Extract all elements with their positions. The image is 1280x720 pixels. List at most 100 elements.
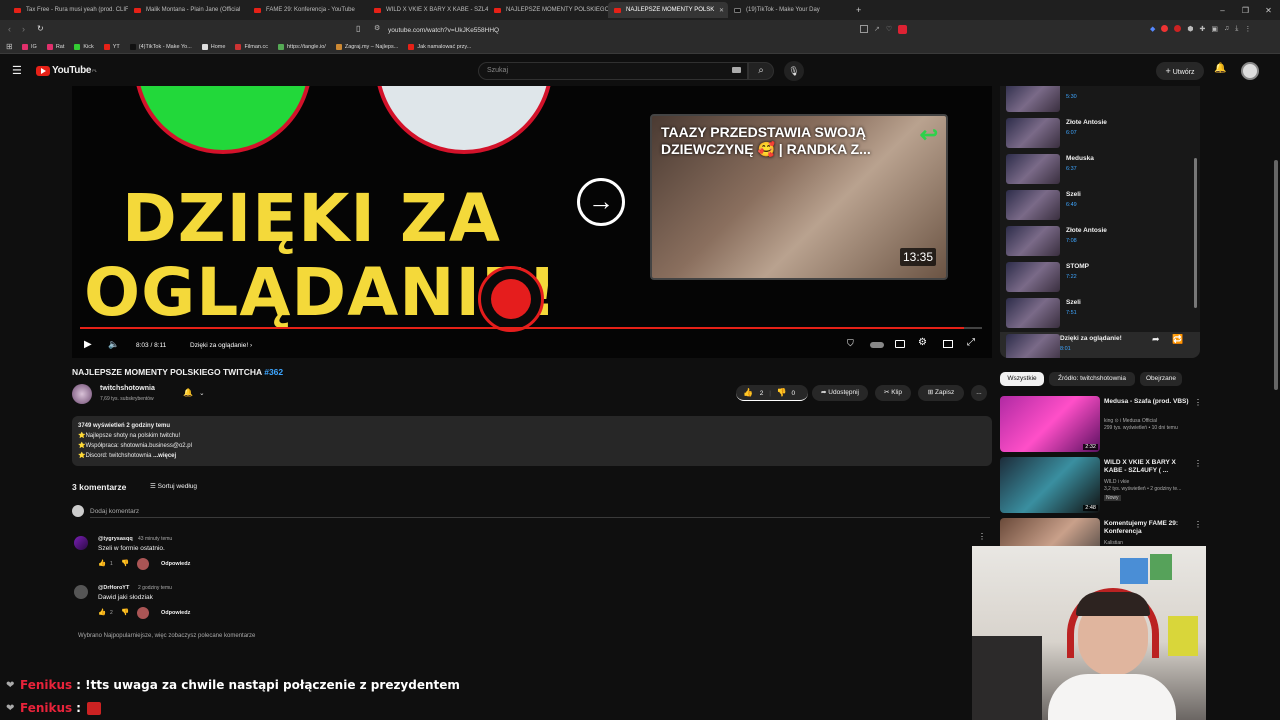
filter-chip[interactable]: Obejrzane (1140, 372, 1182, 386)
browser-tab[interactable]: NAJLEPSZE MOMENTY POLSK ✕ (608, 2, 728, 18)
autoplay-toggle[interactable] (870, 342, 884, 348)
bookmark-item[interactable]: Kick (74, 43, 94, 50)
clip-button[interactable]: ✂ Klip (875, 385, 911, 401)
bookmark-item[interactable]: IG (22, 43, 37, 50)
endscreen-video-card[interactable]: TAAZY PRZEDSTAWIA SWOJĄ DZIEWCZYNĘ 🥰 | R… (650, 114, 948, 280)
close-window-icon[interactable]: ✕ (1257, 6, 1280, 15)
bookmark-item[interactable]: Zagraj.my – Najleps... (335, 43, 398, 50)
record-icon[interactable] (1161, 25, 1169, 32)
save-button[interactable]: ⊞ Zapisz (918, 385, 964, 401)
comment-menu-icon[interactable]: ⋮ (978, 532, 986, 541)
new-tab-button[interactable]: + (856, 5, 861, 15)
settings-gear-icon[interactable]: ⚙ (918, 337, 927, 348)
music-icon[interactable]: ♫ (1224, 25, 1229, 33)
playlist-item[interactable]: STOMP 7:22 (1006, 260, 1196, 294)
recommended-more-icon[interactable]: ⋮ (1194, 398, 1202, 407)
miniplayer-icon[interactable] (943, 340, 953, 348)
snapshot-icon[interactable]: ▣ (1211, 25, 1218, 33)
progress-bar[interactable] (80, 327, 982, 329)
playlist-item[interactable]: Dzięki za oglądanie! 8:01 (1000, 332, 1200, 358)
browser-tab[interactable]: (19)TikTok - Make Your Day (728, 2, 848, 18)
volume-icon[interactable]: 🔈 (108, 339, 119, 350)
site-info-icon[interactable]: ⚙ (374, 24, 380, 32)
back-icon[interactable]: ‹ (8, 24, 11, 34)
chapter-title[interactable]: Dzięki za oglądanie! › (190, 342, 252, 349)
playlist-item[interactable]: Szeli 7:51 (1006, 296, 1196, 330)
comment-author[interactable]: @tygrysasqq (98, 536, 133, 542)
bookmark-item[interactable]: Jak namalować przy... (408, 43, 471, 50)
adblock-icon[interactable] (1174, 25, 1182, 32)
playlist-item[interactable]: Meduska 6:37 (1006, 152, 1196, 186)
recommended-video[interactable]: WILD X VKIE X BARY X KABE - SZL4UFY ( ..… (1000, 457, 1202, 515)
heart-icon[interactable]: ♡ (886, 25, 892, 34)
add-comment-input[interactable]: Dodaj komentarz (90, 508, 990, 518)
playlist-item[interactable]: Złote Antosie 7:08 (1006, 224, 1196, 258)
comment-reply-button[interactable]: Odpowiedz (161, 561, 190, 567)
voice-search-button[interactable]: 🎙 (784, 61, 804, 81)
filter-chip[interactable]: Źródło: twitchshotownia (1049, 372, 1135, 386)
recommended-channel[interactable]: WILD i vkie (1104, 479, 1129, 486)
playlist-scrollbar[interactable] (1194, 158, 1197, 308)
vpn-icon[interactable]: ◆ (1150, 25, 1155, 33)
puzzle-icon[interactable]: ✚ (1200, 25, 1206, 33)
playlist-item[interactable]: Złote Antosie 6:07 (1006, 116, 1196, 150)
show-more-link[interactable]: ...więcej (153, 453, 176, 459)
channel-name[interactable]: twitchshotownia (100, 385, 155, 392)
like-dislike-button[interactable]: 👍 2 | 👎 0 (736, 385, 808, 401)
keyboard-icon[interactable] (732, 67, 741, 73)
video-title-hashtag[interactable]: #362 (264, 367, 283, 377)
playlist-item[interactable]: Szeli 6:49 (1006, 188, 1196, 222)
recommended-more-icon[interactable]: ⋮ (1194, 520, 1200, 529)
bookmark-page-icon[interactable]: ▯ (356, 24, 360, 33)
search-button[interactable]: ⌕ (748, 62, 774, 80)
recommended-more-icon[interactable]: ⋮ (1194, 459, 1202, 468)
play-icon[interactable]: ▶ (84, 339, 92, 350)
screenshot-icon[interactable] (860, 25, 868, 33)
bookmark-item[interactable]: (4)TikTok - Make Yo... (129, 43, 192, 50)
playlist-loop-icon[interactable]: 🔁 (1172, 334, 1183, 345)
reload-icon[interactable]: ↻ (37, 24, 44, 33)
forward-icon[interactable]: › (22, 24, 25, 34)
comment-dislike-icon[interactable]: 👎 (121, 559, 129, 567)
share-button[interactable]: ➦ Udostępnij (812, 385, 868, 401)
comment-avatar[interactable] (74, 536, 88, 550)
browser-tab[interactable]: WILD X VKIE X BARY X KABE - SZL4U (368, 2, 488, 18)
description-box[interactable]: 3749 wyświetleń 2 godziny temu ⭐Najlepsz… (72, 416, 992, 466)
account-avatar[interactable] (1241, 62, 1259, 80)
close-tab-icon[interactable]: ✕ (719, 7, 724, 14)
share-icon[interactable]: ↗ (874, 25, 880, 34)
create-button[interactable]: + Utwórz (1156, 62, 1204, 80)
comment-time[interactable]: 43 minuty temu (138, 536, 172, 542)
video-player[interactable]: DZIĘKI ZA OGLĄDANIE! → TAAZY PRZEDSTAWIA… (72, 86, 992, 358)
comment-like-icon[interactable]: 👍 (98, 608, 106, 616)
subscribed-bell-button[interactable]: 🔔 ⌄ (176, 385, 212, 401)
browser-tab[interactable]: FAME 29: Konferencja - YouTube (248, 2, 368, 18)
sort-button[interactable]: ☰ Sortuj według (150, 482, 197, 490)
search-input[interactable]: Szukaj (478, 62, 748, 80)
notifications-bell-icon[interactable]: 🔔 (1214, 63, 1226, 74)
subtitles-icon[interactable] (895, 340, 905, 348)
comment-avatar[interactable] (74, 585, 88, 599)
recommended-channel[interactable]: king ⊙ i Medusa Official (1104, 418, 1157, 425)
channel-avatar[interactable] (72, 384, 92, 404)
address-bar[interactable]: ⚙ youtube.com/watch?v=UkJKe558HHQ (370, 23, 910, 37)
youtube-logo[interactable]: YouTube PL (36, 65, 97, 76)
bookmark-item[interactable]: YT (103, 43, 120, 50)
comment-reply-button[interactable]: Odpowiedz (161, 610, 190, 616)
browser-tab[interactable]: Tax Free - Rura musi yeah (prod. CLIF (8, 2, 128, 18)
minimize-icon[interactable]: – (1211, 6, 1234, 15)
filter-chip[interactable]: Wszystkie (1000, 372, 1044, 386)
browser-tab[interactable]: Malik Montana - Plain Jane (Official (128, 2, 248, 18)
comment-like-icon[interactable]: 👍 (98, 559, 106, 567)
apps-grid-icon[interactable]: ⊞ (6, 42, 13, 51)
fullscreen-icon[interactable]: ⤢ (967, 337, 975, 348)
menu-icon[interactable]: ☰ (12, 64, 22, 77)
bookmark-item[interactable]: Rat (46, 43, 64, 50)
restore-icon[interactable]: ❐ (1234, 6, 1257, 15)
page-scrollbar[interactable] (1274, 160, 1278, 390)
download-icon[interactable]: ⤓ (1235, 25, 1238, 33)
comment-dislike-icon[interactable]: 👎 (121, 608, 129, 616)
bookmark-item[interactable]: Home (201, 43, 225, 50)
extension-icon[interactable]: ⬢ (1187, 25, 1193, 33)
browser-tab[interactable]: NAJLEPSZE MOMENTY POLSKIEGO T (488, 2, 608, 18)
